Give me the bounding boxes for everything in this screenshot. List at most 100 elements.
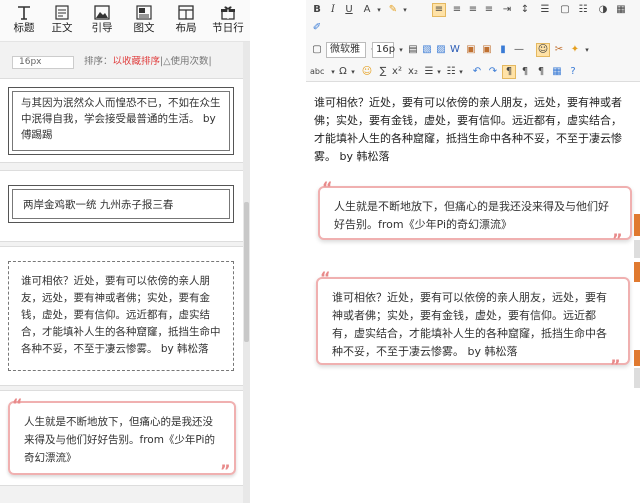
image-text-icon [136, 5, 152, 20]
close-quote-icon: ” [220, 461, 231, 480]
subscript-icon[interactable]: x₂ [406, 65, 420, 79]
sort-by-favorites[interactable]: 以收藏排序 [113, 56, 161, 67]
border-icon[interactable]: ▢ [558, 3, 572, 17]
undo-icon[interactable]: ↶ [470, 65, 484, 79]
template-item[interactable]: 谁可相依？近处，要有可以依傍的亲人朋友，远处，要有神或者佛；实处，要有金钱，虚处… [0, 246, 243, 386]
quote-box-text: 谁可相依？近处，要有可以依傍的亲人朋友，远处，要有神或者佛；实处，要有金钱，虚处… [332, 291, 607, 358]
highlight-dropdown-icon[interactable]: ▾ [398, 3, 412, 17]
bold-icon[interactable]: B [310, 3, 324, 17]
tab-image-text[interactable]: 图文 [124, 2, 164, 40]
image-icon[interactable]: ▤ [406, 43, 420, 57]
font-family-select[interactable]: 微软雅 [326, 42, 366, 58]
formula-icon[interactable]: ∑ [376, 65, 390, 79]
template-icon[interactable]: ☺ [536, 43, 550, 57]
align-justify-icon[interactable]: ≡ [482, 3, 496, 17]
quote-box-text: 人生就是不断地放下，但痛心的是我还没来得及与他们好好告别。from《少年Pi的奇… [334, 200, 609, 231]
close-quote-icon: ” [612, 230, 623, 249]
italic-icon[interactable]: I [326, 3, 340, 17]
toolbar-row-2: ▢ 微软雅 ▾ 16p ▾ ▤ ▧ ▨ W ▣ ▣ ▮ — ☺ ✂ ✦ ▾ [306, 40, 640, 60]
side-marker [634, 262, 640, 282]
template-text: 谁可相依？近处，要有可以依傍的亲人朋友，远处，要有神或者佛；实处，要有金钱，虚处… [8, 261, 234, 371]
tab-image-text-label: 图文 [133, 22, 155, 34]
special-char-dropdown-icon[interactable]: ▾ [346, 65, 360, 79]
emoji-icon[interactable]: ☺ [360, 65, 374, 79]
template-text: 两岸金鸡歌一统 九州赤子报三春 [12, 189, 230, 219]
image-guide-icon [94, 5, 110, 20]
insert-image-icon[interactable]: ▧ [420, 43, 434, 57]
word-import-icon[interactable]: W [448, 43, 462, 57]
clear-format-icon[interactable]: ◑ [596, 3, 610, 17]
fullscreen-icon[interactable]: ▦ [550, 65, 564, 79]
heading-icon [18, 6, 30, 20]
divider-icon[interactable]: — [512, 43, 526, 57]
redo-icon[interactable]: ↷ [486, 65, 500, 79]
side-marker [634, 350, 640, 366]
unordered-list-dropdown-icon[interactable]: ▾ [454, 65, 468, 79]
app-root: 标题 正文 引导 图文 布局 节日行 16px 排序：以收藏排序|△使用次数| … [0, 0, 640, 503]
tab-festival-label: 节日行 [212, 22, 244, 34]
scrollbar-thumb[interactable] [244, 202, 249, 342]
tab-layout[interactable]: 布局 [166, 2, 206, 40]
new-doc-icon[interactable]: ▢ [310, 43, 324, 57]
size-filter-input[interactable]: 16px [12, 56, 74, 69]
toolbar-row-3: abc ▾ Ω ▾ ☺ ∑ x² x₂ ☰ ▾ ☷ ▾ ↶ ↷ ¶ ¶ ¶ ▦ … [306, 62, 640, 82]
toolbar-row-1: B I U A ▾ ✎ ▾ ≡ ≡ ≡ ≡ ⇥ ↕ ☰ ▢ ☷ ◑ ▦ ✐ [306, 0, 640, 33]
superscript-icon[interactable]: x² [390, 65, 404, 79]
scrollbar[interactable] [243, 42, 250, 503]
side-marker [634, 368, 640, 388]
eyedropper-icon[interactable]: ✐ [310, 21, 324, 35]
template-text: 人生就是不断地放下，但痛心的是我还没来得及与他们好好告别。from《少年Pi的奇… [8, 401, 236, 475]
rtl-icon[interactable]: ¶ [518, 65, 532, 79]
sort-label: 排序： [84, 56, 113, 67]
sort-options[interactable]: 排序：以收藏排序|△使用次数| [84, 56, 212, 68]
line-height-icon[interactable]: ↕ [518, 3, 532, 17]
filter-bar: 16px 排序：以收藏排序|△使用次数| [0, 56, 250, 70]
gift-icon [221, 6, 235, 20]
font-color-dropdown-icon[interactable]: ▾ [372, 3, 386, 17]
open-quote-icon: “ [12, 395, 23, 414]
tab-heading-label: 标题 [13, 22, 35, 34]
upload-image-icon[interactable]: ▨ [434, 43, 448, 57]
layout-icon [178, 5, 194, 20]
close-quote-icon: ” [610, 356, 621, 375]
table-icon[interactable]: ▦ [614, 3, 628, 17]
video-icon[interactable]: ▣ [464, 43, 478, 57]
format-painter-icon[interactable]: ✂ [552, 43, 566, 57]
ltr-icon[interactable]: ¶ [502, 65, 516, 79]
quote-box[interactable]: 人生就是不断地放下，但痛心的是我还没来得及与他们好好告别。from《少年Pi的奇… [318, 186, 632, 240]
template-item[interactable]: 与其因为泯然众人而惶恐不已，不如在众生中泯得自我，学会接受最普通的生活。 by … [0, 78, 243, 163]
side-marker [634, 240, 640, 258]
side-marker [634, 214, 640, 236]
tab-guide[interactable]: 引导 [82, 2, 122, 40]
font-size-select[interactable]: 16p [372, 42, 395, 58]
text-icon [55, 5, 69, 20]
tab-layout-label: 布局 [175, 22, 197, 34]
magic-dropdown-icon[interactable]: ▾ [580, 43, 594, 57]
list-icon[interactable]: ☷ [576, 3, 590, 17]
tab-guide-label: 引导 [91, 22, 113, 34]
underline-icon[interactable]: U [342, 3, 356, 17]
attachment-icon[interactable]: ▮ [496, 43, 510, 57]
editor-panel: B I U A ▾ ✎ ▾ ≡ ≡ ≡ ≡ ⇥ ↕ ☰ ▢ ☷ ◑ ▦ ✐ ▢ … [306, 0, 640, 503]
tab-text[interactable]: 正文 [42, 2, 82, 40]
music-icon[interactable]: ▣ [480, 43, 494, 57]
align-right-icon[interactable]: ≡ [466, 3, 480, 17]
sort-by-usage[interactable]: |△使用次数| [160, 56, 212, 67]
template-text: 与其因为泯然众人而惶恐不已，不如在众生中泯得自我，学会接受最普通的生活。 by … [12, 91, 230, 151]
paragraph-icon[interactable]: ¶ [534, 65, 548, 79]
quote-box[interactable]: 谁可相依？近处，要有可以依傍的亲人朋友，远处，要有神或者佛；实处，要有金钱，虚处… [316, 277, 630, 365]
align-center-icon[interactable]: ≡ [450, 3, 464, 17]
tab-heading[interactable]: 标题 [4, 2, 44, 40]
indent-icon[interactable]: ⇥ [500, 3, 514, 17]
open-quote-icon: “ [322, 178, 333, 197]
content-paragraph[interactable]: 谁可相依？近处，要有可以依傍的亲人朋友，远处，要有神或者佛；实处，要有金钱，虚处… [314, 94, 632, 166]
template-item[interactable]: 人生就是不断地放下，但痛心的是我还没来得及与他们好好告别。from《少年Pi的奇… [0, 390, 243, 486]
help-icon[interactable]: ? [566, 65, 580, 79]
tab-festival[interactable]: 节日行 [208, 2, 248, 40]
paragraph-spacing-icon[interactable]: ☰ [538, 3, 552, 17]
abc-icon[interactable]: abc [310, 65, 324, 79]
double-border-frame: 两岸金鸡歌一统 九州赤子报三春 [8, 185, 234, 223]
align-left-icon[interactable]: ≡ [432, 3, 446, 17]
template-panel: 标题 正文 引导 图文 布局 节日行 16px 排序：以收藏排序|△使用次数| … [0, 0, 250, 503]
template-item[interactable]: 两岸金鸡歌一统 九州赤子报三春 [0, 170, 243, 242]
